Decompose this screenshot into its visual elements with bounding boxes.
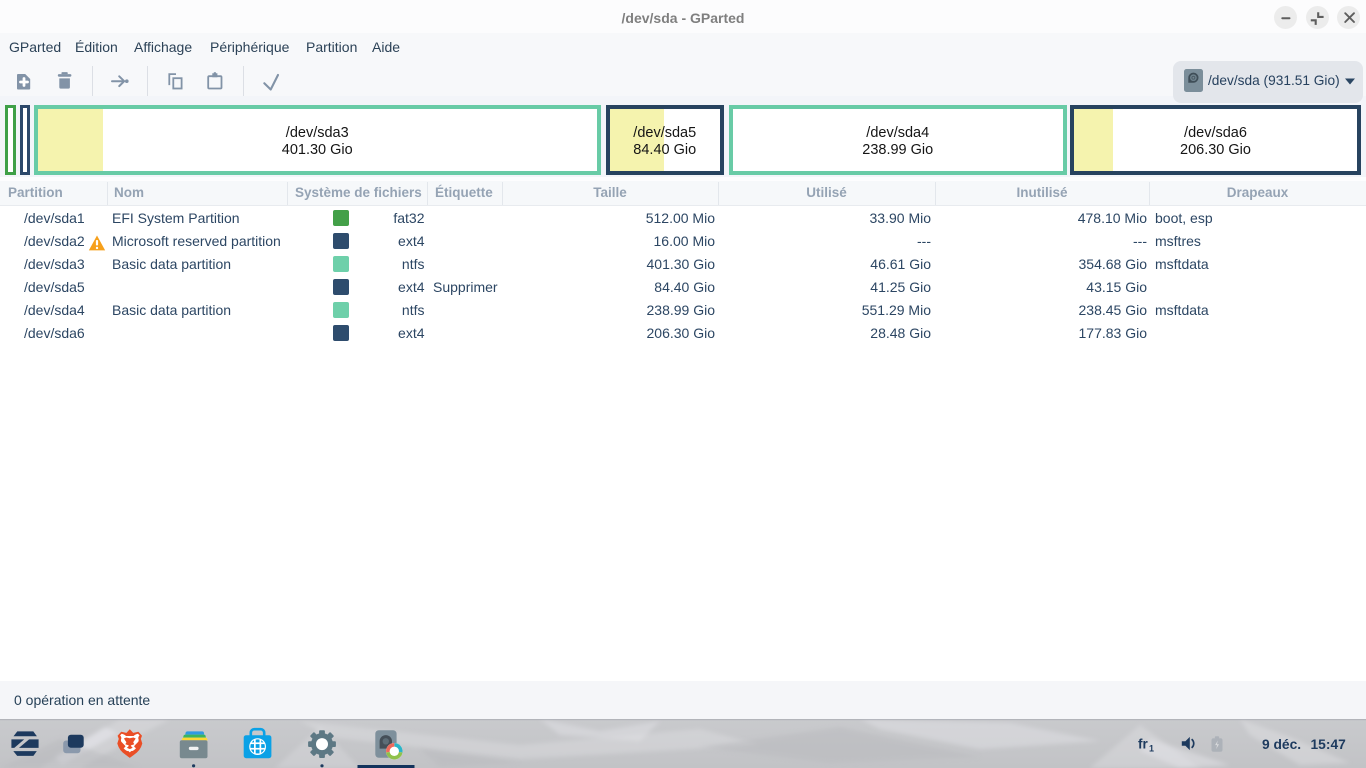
svg-text:9 déc.: 9 déc.: [1262, 737, 1301, 752]
svg-text:15:47: 15:47: [1311, 737, 1347, 752]
svg-text:1: 1: [1149, 744, 1154, 754]
svg-text:fr: fr: [1138, 737, 1148, 752]
